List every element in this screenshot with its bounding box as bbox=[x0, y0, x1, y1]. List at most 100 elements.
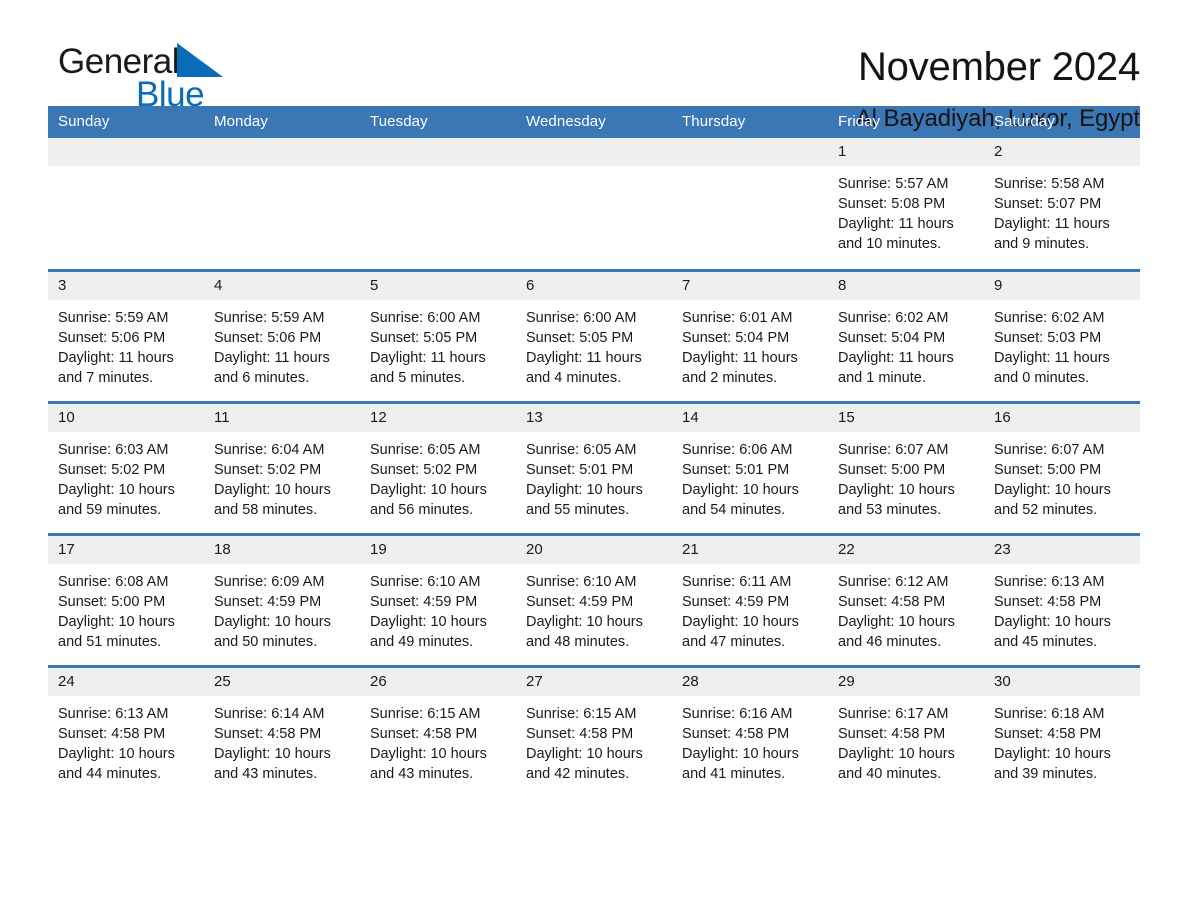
calendar-day-cell[interactable]: 5 Sunrise: 6:00 AM Sunset: 5:05 PM Daylight… bbox=[360, 268, 516, 402]
calendar-day-cell[interactable]: 10 Sunrise: 6:03 AM Sunset: 5:02 PM Dayligh… bbox=[48, 400, 204, 534]
calendar-day-cell[interactable]: 15 Sunrise: 6:07 AM Sunset: 5:00 PM Dayligh… bbox=[828, 400, 984, 534]
calendar-day-cell[interactable]: 23 Sunrise: 6:13 AM Sunset: 4:58 PM Dayligh… bbox=[984, 532, 1140, 666]
calendar-day-cell[interactable]: 4 Sunrise: 5:59 AM Sunset: 5:06 PM Daylight… bbox=[204, 268, 360, 402]
daylight-text-line1: Daylight: 10 hours bbox=[682, 613, 799, 630]
day-details: Sunrise: 6:03 AM Sunset: 5:02 PM Daylight:… bbox=[48, 432, 204, 520]
sunrise-text: Sunrise: 6:18 AM bbox=[994, 705, 1105, 722]
calendar-day-cell[interactable]: 24 Sunrise: 6:13 AM Sunset: 4:58 PM Dayligh… bbox=[48, 664, 204, 798]
daylight-text-line1: Daylight: 10 hours bbox=[838, 481, 955, 498]
calendar-day-cell[interactable]: 19 Sunrise: 6:10 AM Sunset: 4:59 PM Dayligh… bbox=[360, 532, 516, 666]
daylight-text-line2: and 0 minutes. bbox=[994, 369, 1090, 386]
daylight-text-line1: Daylight: 10 hours bbox=[994, 745, 1111, 762]
day-number: 29 bbox=[828, 667, 984, 696]
day-details: Sunrise: 6:06 AM Sunset: 5:01 PM Daylight:… bbox=[672, 432, 828, 520]
sunset-text: Sunset: 4:58 PM bbox=[214, 725, 322, 742]
sunrise-text: Sunrise: 6:15 AM bbox=[370, 705, 481, 722]
calendar-day-cell[interactable]: 25 Sunrise: 6:14 AM Sunset: 4:58 PM Dayligh… bbox=[204, 664, 360, 798]
calendar-week-row: 10 Sunrise: 6:03 AM Sunset: 5:02 PM Dayligh… bbox=[48, 400, 1140, 534]
day-details: Sunrise: 6:18 AM Sunset: 4:58 PM Daylight:… bbox=[984, 696, 1140, 784]
day-number: 14 bbox=[672, 403, 828, 432]
day-number: 8 bbox=[828, 271, 984, 300]
calendar-day-cell[interactable]: 14 Sunrise: 6:06 AM Sunset: 5:01 PM Dayligh… bbox=[672, 400, 828, 534]
weekday-header-thursday: Thursday bbox=[672, 106, 828, 138]
calendar-day-cell[interactable]: 20 Sunrise: 6:10 AM Sunset: 4:59 PM Dayligh… bbox=[516, 532, 672, 666]
daylight-text-line1: Daylight: 10 hours bbox=[58, 745, 175, 762]
calendar-day-cell[interactable]: 9 Sunrise: 6:02 AM Sunset: 5:03 PM Daylight… bbox=[984, 268, 1140, 402]
daylight-text-line2: and 5 minutes. bbox=[370, 369, 466, 386]
calendar-day-cell[interactable]: 21 Sunrise: 6:11 AM Sunset: 4:59 PM Dayligh… bbox=[672, 532, 828, 666]
page-header: General Blue November 2024 Al Bayadiyah,… bbox=[48, 0, 1140, 132]
brand-name-blue: Blue bbox=[136, 75, 205, 114]
sunrise-text: Sunrise: 6:16 AM bbox=[682, 705, 793, 722]
daylight-text-line2: and 39 minutes. bbox=[994, 765, 1098, 782]
day-number: 28 bbox=[672, 667, 828, 696]
sunrise-text: Sunrise: 6:13 AM bbox=[994, 573, 1105, 590]
page-title: November 2024 bbox=[857, 45, 1140, 89]
calendar-cell-empty bbox=[672, 138, 828, 270]
day-details: Sunrise: 6:15 AM Sunset: 4:58 PM Daylight:… bbox=[516, 696, 672, 784]
sunrise-text: Sunrise: 6:14 AM bbox=[214, 705, 325, 722]
sunset-text: Sunset: 4:58 PM bbox=[838, 725, 946, 742]
daylight-text-line1: Daylight: 10 hours bbox=[994, 613, 1111, 630]
day-details: Sunrise: 6:08 AM Sunset: 5:00 PM Daylight:… bbox=[48, 564, 204, 652]
daylight-text-line1: Daylight: 11 hours bbox=[994, 349, 1110, 366]
sunset-text: Sunset: 5:02 PM bbox=[58, 461, 166, 478]
sunrise-text: Sunrise: 6:04 AM bbox=[214, 441, 325, 458]
calendar-day-cell[interactable]: 2 Sunrise: 5:58 AM Sunset: 5:07 PM Daylight… bbox=[984, 138, 1140, 270]
brand-logo[interactable]: General Blue bbox=[48, 42, 348, 132]
day-number: 27 bbox=[516, 667, 672, 696]
day-details: Sunrise: 5:59 AM Sunset: 5:06 PM Daylight:… bbox=[204, 300, 360, 388]
calendar-day-cell[interactable]: 28 Sunrise: 6:16 AM Sunset: 4:58 PM Dayligh… bbox=[672, 664, 828, 798]
calendar-day-cell[interactable]: 16 Sunrise: 6:07 AM Sunset: 5:00 PM Dayligh… bbox=[984, 400, 1140, 534]
sunrise-text: Sunrise: 6:00 AM bbox=[370, 309, 481, 326]
calendar-day-cell[interactable]: 7 Sunrise: 6:01 AM Sunset: 5:04 PM Daylight… bbox=[672, 268, 828, 402]
sunset-text: Sunset: 5:06 PM bbox=[214, 329, 322, 346]
day-details: Sunrise: 6:02 AM Sunset: 5:04 PM Daylight:… bbox=[828, 300, 984, 388]
daylight-text-line2: and 7 minutes. bbox=[58, 369, 154, 386]
day-details: Sunrise: 6:14 AM Sunset: 4:58 PM Daylight:… bbox=[204, 696, 360, 784]
sunset-text: Sunset: 5:04 PM bbox=[682, 329, 790, 346]
day-number: 13 bbox=[516, 403, 672, 432]
sunrise-text: Sunrise: 6:13 AM bbox=[58, 705, 169, 722]
sunset-text: Sunset: 4:59 PM bbox=[370, 593, 478, 610]
calendar-week-row: 3 Sunrise: 5:59 AM Sunset: 5:06 PM Daylight… bbox=[48, 268, 1140, 402]
calendar-day-cell[interactable]: 17 Sunrise: 6:08 AM Sunset: 5:00 PM Dayligh… bbox=[48, 532, 204, 666]
calendar-day-cell[interactable]: 30 Sunrise: 6:18 AM Sunset: 4:58 PM Dayligh… bbox=[984, 664, 1140, 798]
day-number: 21 bbox=[672, 535, 828, 564]
calendar-day-cell[interactable]: 26 Sunrise: 6:15 AM Sunset: 4:58 PM Dayligh… bbox=[360, 664, 516, 798]
sunrise-text: Sunrise: 6:10 AM bbox=[526, 573, 637, 590]
sunrise-text: Sunrise: 6:02 AM bbox=[838, 309, 949, 326]
daylight-text-line2: and 10 minutes. bbox=[838, 236, 942, 252]
sunset-text: Sunset: 4:58 PM bbox=[370, 725, 478, 742]
sunrise-text: Sunrise: 6:11 AM bbox=[682, 573, 792, 590]
sunrise-text: Sunrise: 6:17 AM bbox=[838, 705, 949, 722]
calendar-day-cell[interactable]: 3 Sunrise: 5:59 AM Sunset: 5:06 PM Daylight… bbox=[48, 268, 204, 402]
calendar-day-cell[interactable]: 27 Sunrise: 6:15 AM Sunset: 4:58 PM Dayligh… bbox=[516, 664, 672, 798]
calendar-grid: Sunday Monday Tuesday Wednesday Thursday… bbox=[48, 106, 1140, 798]
sunset-text: Sunset: 5:03 PM bbox=[994, 329, 1102, 346]
calendar-day-cell[interactable]: 1 Sunrise: 5:57 AM Sunset: 5:08 PM Daylight… bbox=[828, 138, 984, 270]
calendar-day-cell[interactable]: 8 Sunrise: 6:02 AM Sunset: 5:04 PM Daylight… bbox=[828, 268, 984, 402]
calendar-page: General Blue November 2024 Al Bayadiyah,… bbox=[0, 0, 1188, 918]
daylight-text-line2: and 9 minutes. bbox=[994, 236, 1090, 252]
calendar-day-cell[interactable]: 29 Sunrise: 6:17 AM Sunset: 4:58 PM Dayligh… bbox=[828, 664, 984, 798]
sunset-text: Sunset: 5:06 PM bbox=[58, 329, 166, 346]
daylight-text-line1: Daylight: 11 hours bbox=[838, 349, 954, 366]
sunrise-text: Sunrise: 6:15 AM bbox=[526, 705, 637, 722]
day-number: 25 bbox=[204, 667, 360, 696]
day-number bbox=[516, 138, 672, 166]
calendar-day-cell[interactable]: 13 Sunrise: 6:05 AM Sunset: 5:01 PM Dayligh… bbox=[516, 400, 672, 534]
day-number: 19 bbox=[360, 535, 516, 564]
calendar-day-cell[interactable]: 11 Sunrise: 6:04 AM Sunset: 5:02 PM Dayligh… bbox=[204, 400, 360, 534]
sunrise-text: Sunrise: 5:58 AM bbox=[994, 176, 1105, 192]
sunrise-text: Sunrise: 6:08 AM bbox=[58, 573, 169, 590]
sunset-text: Sunset: 4:58 PM bbox=[838, 593, 946, 610]
calendar-day-cell[interactable]: 6 Sunrise: 6:00 AM Sunset: 5:05 PM Daylight… bbox=[516, 268, 672, 402]
day-number: 11 bbox=[204, 403, 360, 432]
sunrise-text: Sunrise: 6:05 AM bbox=[526, 441, 637, 458]
calendar-day-cell[interactable]: 18 Sunrise: 6:09 AM Sunset: 4:59 PM Dayligh… bbox=[204, 532, 360, 666]
day-details: Sunrise: 6:10 AM Sunset: 4:59 PM Daylight:… bbox=[360, 564, 516, 652]
day-details: Sunrise: 6:13 AM Sunset: 4:58 PM Daylight:… bbox=[48, 696, 204, 784]
calendar-day-cell[interactable]: 12 Sunrise: 6:05 AM Sunset: 5:02 PM Dayligh… bbox=[360, 400, 516, 534]
calendar-day-cell[interactable]: 22 Sunrise: 6:12 AM Sunset: 4:58 PM Dayligh… bbox=[828, 532, 984, 666]
